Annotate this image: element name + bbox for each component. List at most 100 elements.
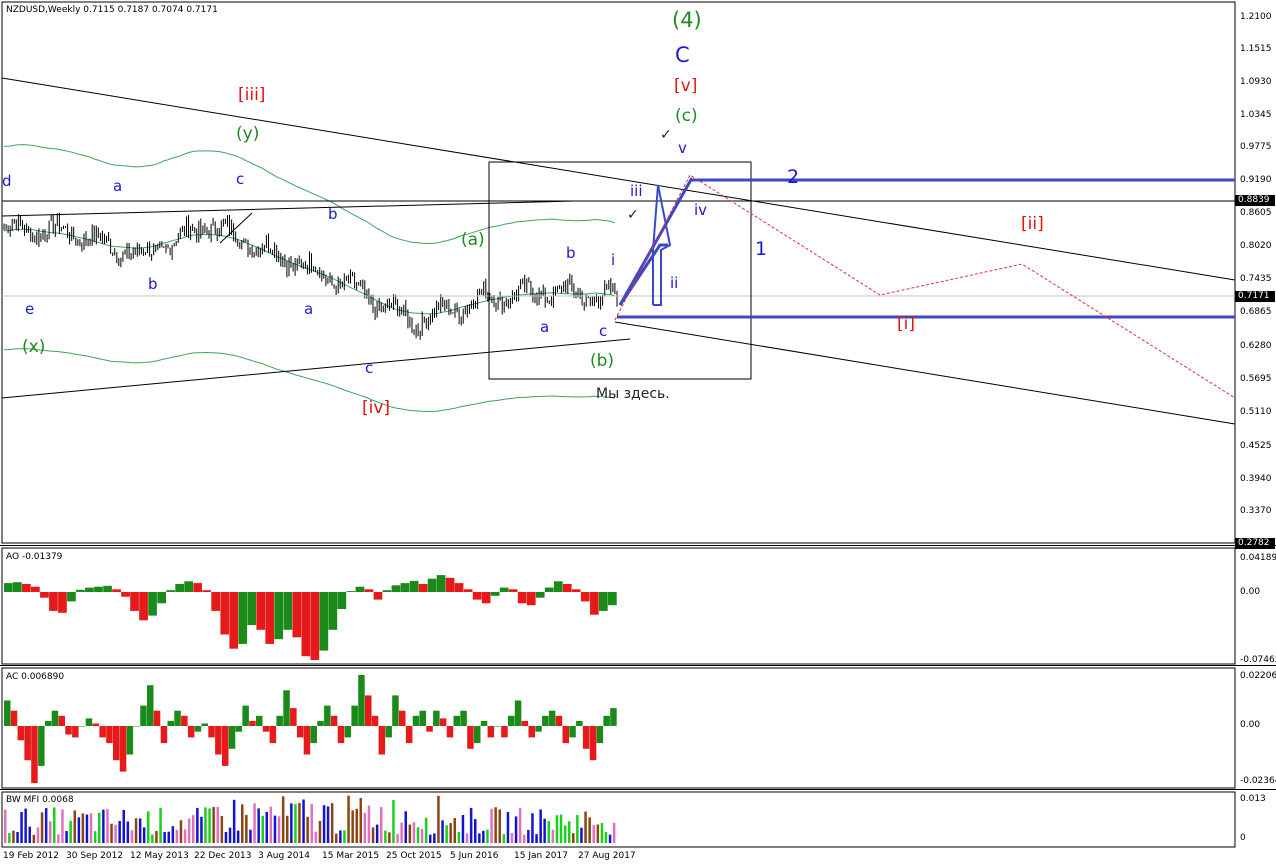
wave-label-C: C <box>675 43 690 67</box>
histogram-bar <box>222 726 229 766</box>
histogram-bar <box>535 726 542 732</box>
histogram-bar <box>174 710 181 726</box>
histogram-bar <box>238 592 248 644</box>
mfi-bar <box>359 798 362 843</box>
chart-canvas <box>0 1 1276 848</box>
histogram-bar <box>400 583 410 592</box>
mfi-bar <box>363 812 367 843</box>
y-tick-label: 0.8605 <box>1240 208 1272 218</box>
histogram-bar <box>201 723 208 727</box>
histogram-bar <box>85 718 93 726</box>
mfi-bar <box>523 834 526 843</box>
histogram-bar <box>167 720 174 726</box>
mfi-bar <box>506 812 510 843</box>
histogram-bar <box>310 726 317 744</box>
mfi-bar <box>514 816 518 843</box>
wave-label-e: e <box>25 300 35 318</box>
histogram-bar <box>112 589 121 592</box>
mfi-bar <box>408 824 412 843</box>
mfi-bar <box>175 829 179 843</box>
wave-label-x-green: (x) <box>22 337 46 357</box>
mfi-bar <box>126 821 130 843</box>
histogram-bar <box>229 592 239 649</box>
x-tick-label: 3 Aug 2014 <box>258 851 310 861</box>
ac-y-tick: 0.02206 <box>1240 671 1276 681</box>
y-tick-label: 0.9775 <box>1240 142 1272 152</box>
histogram-bar <box>4 700 11 726</box>
histogram-bar <box>76 589 85 592</box>
mfi-bar <box>277 816 281 843</box>
histogram-bar <box>184 581 193 592</box>
histogram-bar <box>445 577 455 592</box>
histogram-bar <box>211 592 220 611</box>
mfi-bar <box>147 811 150 843</box>
histogram-bar <box>256 592 266 630</box>
histogram-bar <box>249 720 256 726</box>
histogram-bar <box>487 726 495 738</box>
histogram-bar <box>147 685 154 726</box>
wave-label-b-top: b <box>328 205 338 223</box>
mfi-bar <box>265 811 268 843</box>
histogram-bar <box>220 592 230 635</box>
mfi-bar <box>24 808 27 843</box>
wave-label-c-low: c <box>365 359 374 377</box>
x-tick-label: 30 Sep 2012 <box>66 851 124 861</box>
histogram-bar <box>44 720 52 726</box>
mfi-bar <box>269 806 273 843</box>
mfi-bar <box>429 834 432 843</box>
histogram-bar <box>405 726 413 744</box>
histogram-bar <box>501 726 508 738</box>
mfi-bar <box>461 815 465 843</box>
x-tick-label: 15 Jan 2017 <box>514 851 568 861</box>
histogram-bar <box>215 726 222 755</box>
mfi-bar <box>216 807 219 843</box>
histogram-bar <box>256 715 263 726</box>
mfi-bar <box>32 834 36 843</box>
histogram-bar <box>324 705 331 726</box>
mfi-bar <box>555 815 559 843</box>
ac-title: AC 0.006890 <box>6 672 65 682</box>
histogram-bar <box>467 726 474 749</box>
histogram-bar <box>193 583 202 592</box>
mfi-bar <box>49 821 52 843</box>
mfi-bar <box>93 831 97 843</box>
wave-label-a-top: a <box>113 177 123 195</box>
mfi-bar <box>592 824 595 843</box>
histogram-bar <box>265 592 275 644</box>
wave-label-ii: ii <box>670 274 679 292</box>
wave-label-iii-red: [iii] <box>238 85 266 105</box>
histogram-bar <box>562 584 572 592</box>
histogram-bar <box>187 726 195 738</box>
wave-label-i-red: [i] <box>897 314 915 334</box>
mfi-bar <box>171 826 175 843</box>
mfi-bar <box>187 818 191 843</box>
histogram-bar <box>337 726 345 744</box>
histogram-bar <box>494 726 501 727</box>
x-tick-label: 27 Aug 2017 <box>578 851 636 861</box>
wave-label-c-green: (c) <box>675 106 698 126</box>
mfi-y-tick: 0 <box>1240 833 1246 843</box>
histogram-bar <box>427 578 437 592</box>
histogram-bar <box>58 592 67 613</box>
mfi-bar <box>469 807 473 843</box>
histogram-bar <box>13 582 22 592</box>
histogram-bar <box>103 585 112 592</box>
histogram-bar <box>608 592 617 606</box>
mfi-bar <box>81 813 85 843</box>
histogram-bar <box>140 705 147 726</box>
mfi-bar <box>424 817 428 843</box>
histogram-bar <box>317 720 324 726</box>
wave-label-b-low: b <box>148 275 158 293</box>
histogram-bar <box>130 592 139 611</box>
mfi-bar <box>355 808 358 843</box>
ao-y-tick: 0.04189 <box>1240 553 1276 563</box>
wave-label-y-green: (y) <box>236 124 260 144</box>
mfi-bar <box>343 830 346 843</box>
wave-label-v-red: [v] <box>674 76 698 96</box>
mfi-bar <box>114 824 117 843</box>
histogram-bar <box>490 592 500 596</box>
mfi-bar <box>69 820 72 843</box>
histogram-bar <box>446 726 454 738</box>
histogram-bar <box>106 726 113 744</box>
histogram-bar <box>436 575 446 592</box>
